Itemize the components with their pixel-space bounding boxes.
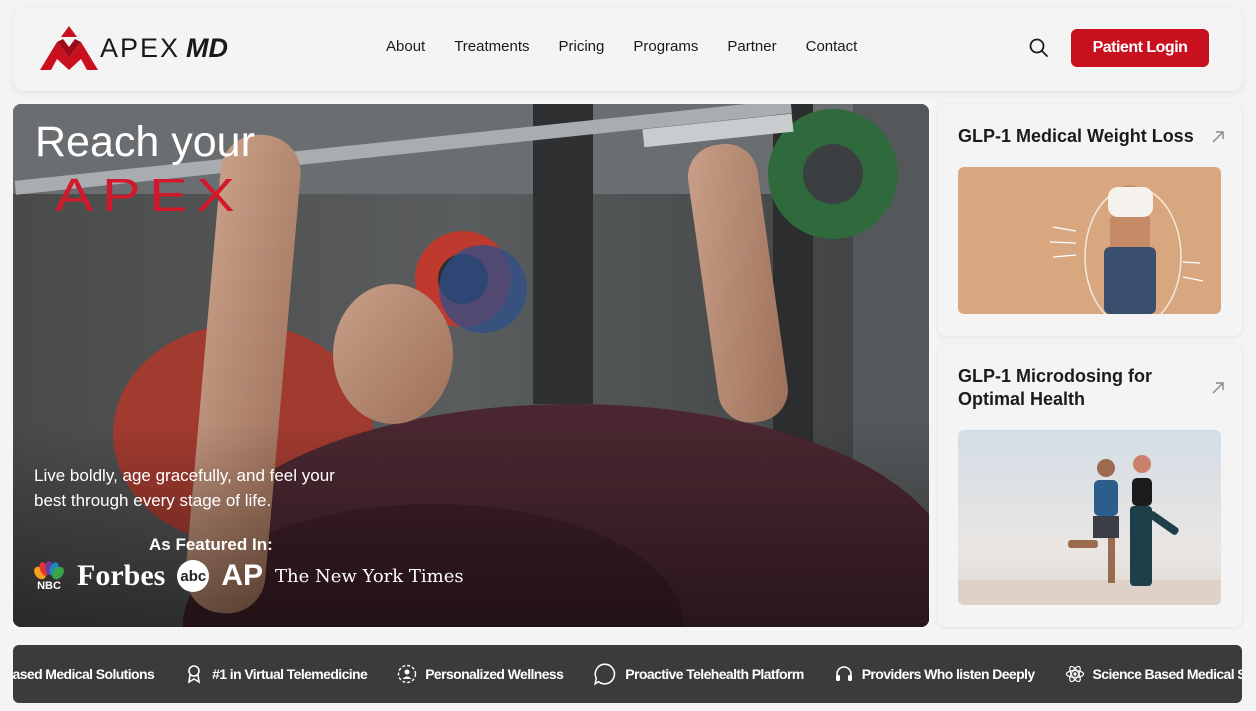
marquee-item: #1 in Virtual Telemedicine	[184, 664, 368, 684]
nyt-logo: The New York Times	[275, 565, 464, 587]
search-icon	[1029, 38, 1048, 57]
atom-icon	[1065, 665, 1084, 683]
couple-exercising-image	[958, 430, 1221, 605]
hero-tagline: Live boldly, age gracefully, and feel yo…	[34, 466, 335, 510]
marquee-item: Based Medical Solutions	[13, 666, 155, 682]
treatment-card-weight-loss[interactable]: GLP-1 Medical Weight Loss	[938, 104, 1242, 336]
marquee-item: Personalized Wellness	[397, 664, 564, 684]
logo-md: MD	[186, 32, 229, 63]
nav-about[interactable]: About	[386, 38, 425, 55]
press-logos: NBC Forbes abc AP The New York Times	[33, 559, 464, 593]
features-marquee: Based Medical Solutions #1 in Virtual Te…	[13, 645, 1242, 703]
card-title: GLP-1 Medical Weight Loss	[958, 126, 1194, 146]
arrow-up-right-icon	[1212, 131, 1224, 143]
site-header: APEX MD About Treatments Pricing Program…	[14, 8, 1242, 91]
treatment-card-microdosing[interactable]: GLP-1 Microdosing for Optimal Health	[938, 344, 1242, 627]
nav-pricing[interactable]: Pricing	[559, 38, 605, 55]
main-nav: About Treatments Pricing Programs Partne…	[386, 38, 857, 55]
card-title: GLP-1 Microdosing for Optimal Health	[958, 366, 1153, 409]
patient-login-button[interactable]: Patient Login	[1071, 29, 1209, 67]
headphones-icon	[835, 666, 852, 681]
marquee-item: Proactive Telehealth Platform	[593, 662, 804, 686]
peacock-icon	[34, 560, 64, 579]
apex-logo-icon	[40, 26, 98, 70]
person-icon	[397, 664, 417, 684]
logo[interactable]: APEX MD	[40, 26, 228, 70]
nav-programs[interactable]: Programs	[633, 38, 698, 55]
nav-partner[interactable]: Partner	[727, 38, 776, 55]
abc-logo: abc	[177, 560, 210, 592]
hero-banner: Reach your APEX Live boldly, age gracefu…	[13, 104, 929, 627]
award-icon	[188, 665, 201, 684]
search-button[interactable]	[1028, 37, 1050, 59]
hero-title: Reach your	[35, 118, 255, 166]
logo-text: APEX	[100, 32, 181, 63]
featured-label: As Featured In:	[149, 535, 273, 554]
hero-apex-wordmark: APEX	[55, 169, 244, 221]
nav-contact[interactable]: Contact	[806, 38, 858, 55]
nav-treatments[interactable]: Treatments	[454, 38, 529, 55]
nbc-logo: NBC	[33, 560, 65, 592]
chat-bubble-icon	[594, 663, 616, 686]
marquee-item: Providers Who listen Deeply	[834, 664, 1035, 684]
marquee-track: Based Medical Solutions #1 in Virtual Te…	[13, 645, 1242, 703]
arrow-up-right-icon	[1212, 382, 1224, 394]
marquee-item: Science Based Medical Solutions	[1065, 664, 1242, 684]
ap-logo: AP	[221, 559, 264, 592]
weight-loss-image	[958, 167, 1221, 314]
forbes-logo: Forbes	[77, 559, 166, 592]
